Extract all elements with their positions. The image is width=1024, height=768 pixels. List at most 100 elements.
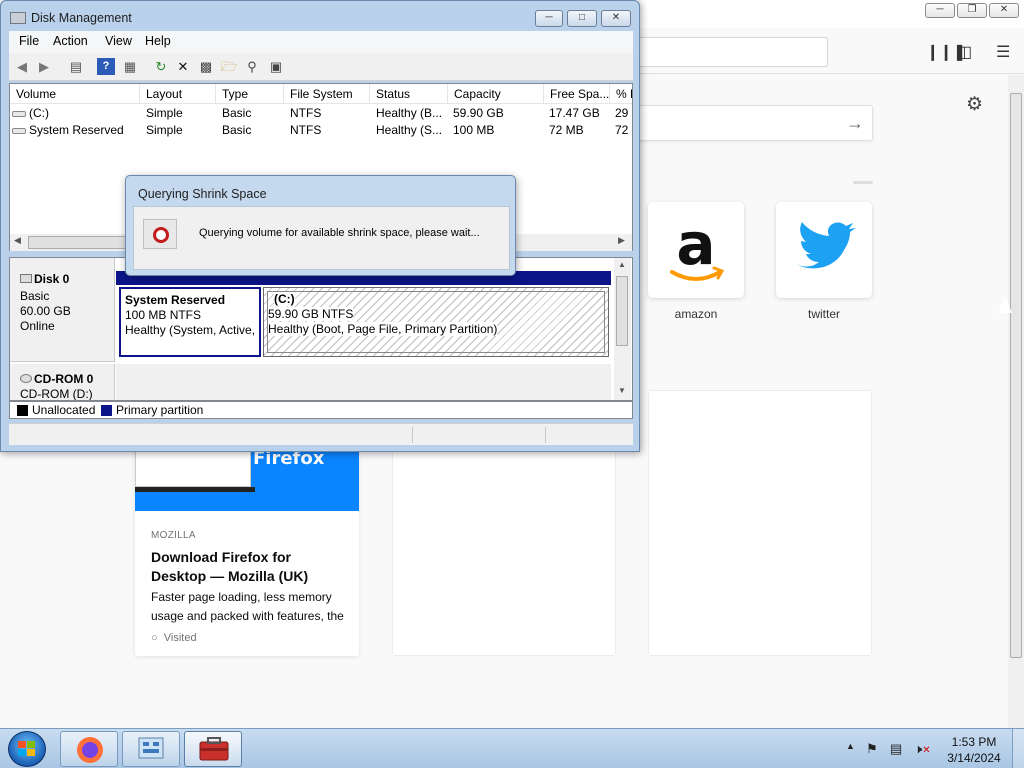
search-icon[interactable]: ⚲ <box>243 58 261 75</box>
col-capacity[interactable]: Capacity <box>448 84 544 104</box>
open-folder-icon[interactable]: 🗁 <box>220 58 238 75</box>
status-separator <box>545 427 546 443</box>
cell-fs: NTFS <box>290 106 322 120</box>
volume-list-header: Volume Layout Type File System Status Ca… <box>10 84 632 104</box>
cell-free: 72 MB <box>549 123 584 137</box>
taskbar-disk-management[interactable] <box>184 731 242 767</box>
scrollbar-thumb[interactable] <box>1010 93 1022 658</box>
menu-file[interactable]: File <box>19 34 39 48</box>
partition-c[interactable]: (C:) 59.90 GB NTFS Healthy (Boot, Page F… <box>263 287 609 357</box>
top-site-twitter[interactable] <box>776 202 872 298</box>
help-icon[interactable]: ? <box>97 58 115 75</box>
ff-restore-button[interactable]: ❐ <box>957 3 987 18</box>
scrollbar-thumb[interactable] <box>28 236 128 249</box>
cdrom-icon <box>20 374 32 383</box>
action-center-flag-icon[interactable]: ⚑ <box>866 741 878 757</box>
page-scrollbar[interactable] <box>1008 75 1024 728</box>
toolbox-icon <box>199 737 229 761</box>
menu-icon[interactable]: ☰ <box>996 42 1010 62</box>
legend: Unallocated Primary partition <box>9 401 633 419</box>
ff-close-button[interactable]: ✕ <box>989 3 1019 18</box>
cell-fs: NTFS <box>290 123 322 137</box>
col-free-space[interactable]: Free Spa... <box>544 84 610 104</box>
drive-icon <box>12 127 26 134</box>
card-status: ○ Visited <box>151 632 197 644</box>
volume-muted-icon[interactable]: 🕨✕ <box>914 741 931 757</box>
legend-swatch-primary <box>101 405 112 416</box>
cdrom-label[interactable]: CD-ROM 0 CD-ROM (D:) <box>10 364 115 401</box>
col-type[interactable]: Type <box>216 84 284 104</box>
console-tree-icon[interactable]: ▤ <box>67 58 85 75</box>
visited-icon: ○ <box>151 632 158 644</box>
ff-minimize-button[interactable]: ─ <box>925 3 955 18</box>
delete-icon[interactable]: ✕ <box>174 58 192 75</box>
vertical-scrollbar[interactable]: ▲ ▼ <box>614 258 631 400</box>
settings-icon[interactable]: ▣ <box>267 58 285 75</box>
sidebar-icon[interactable]: ◫ <box>957 42 972 62</box>
scroll-down-icon[interactable]: ▼ <box>618 386 626 395</box>
cell-volume: System Reserved <box>29 123 124 137</box>
menu-bar: File Action View Help <box>9 31 633 53</box>
twitter-logo-icon <box>796 222 856 269</box>
disk-icon <box>20 274 32 283</box>
top-site-amazon[interactable]: a <box>648 202 744 298</box>
disk-management-icon <box>10 12 26 24</box>
status-separator <box>412 427 413 443</box>
thumbnail-laptop-base <box>135 487 255 492</box>
clock-date[interactable]: 3/14/2024 <box>946 751 1002 765</box>
cell-volume: (C:) <box>29 106 49 120</box>
col-volume[interactable]: Volume <box>10 84 140 104</box>
cell-pct: 29 <box>615 106 629 120</box>
maximize-button[interactable]: □ <box>567 10 597 27</box>
col-layout[interactable]: Layout <box>140 84 216 104</box>
gear-icon[interactable]: ⚙ <box>966 93 983 116</box>
cdrom-name: CD-ROM 0 <box>34 372 94 386</box>
search-go-icon[interactable]: → <box>846 113 864 134</box>
show-hidden-icons-icon[interactable]: ▲ <box>846 741 855 751</box>
taskbar-firefox[interactable] <box>60 731 118 767</box>
disk-graphical-view: Disk 0 Basic 60.00 GB Online System Rese… <box>9 257 633 401</box>
col-status[interactable]: Status <box>370 84 448 104</box>
close-button[interactable]: ✕ <box>601 10 631 27</box>
disk0-label[interactable]: Disk 0 Basic 60.00 GB Online <box>10 258 115 362</box>
menu-view[interactable]: View <box>105 34 132 48</box>
partition-size: 59.90 GB NTFS <box>268 307 354 321</box>
scroll-up-icon[interactable]: ▲ <box>618 260 626 269</box>
back-icon[interactable]: ◀ <box>13 58 31 75</box>
drive-icon <box>12 110 26 117</box>
start-button[interactable] <box>8 731 46 767</box>
cdrom-drive: CD-ROM (D:) <box>20 387 93 401</box>
highlight-card[interactable]: Firefox MOZILLA Download Firefox for Des… <box>135 420 359 656</box>
scroll-left-icon[interactable]: ◀ <box>14 235 21 246</box>
url-bar[interactable] <box>630 37 828 67</box>
table-row[interactable]: (C:) Simple Basic NTFS Healthy (B... 59.… <box>10 105 632 122</box>
col-percent-free[interactable]: % F <box>610 84 632 104</box>
table-row[interactable]: System Reserved Simple Basic NTFS Health… <box>10 122 632 139</box>
menu-action[interactable]: Action <box>53 34 88 48</box>
forward-icon[interactable]: ▶ <box>35 58 53 75</box>
firefox-icon <box>77 737 103 763</box>
scrollbar-thumb[interactable] <box>616 276 628 346</box>
minimize-button[interactable]: ─ <box>535 10 563 27</box>
cell-pct: 72 <box>615 123 629 137</box>
network-icon[interactable]: ▤ <box>890 741 902 757</box>
menu-help[interactable]: Help <box>145 34 171 48</box>
taskbar-computer-management[interactable] <box>122 731 180 767</box>
scroll-right-icon[interactable]: ▶ <box>618 235 625 246</box>
disk0-state: Online <box>20 319 55 333</box>
properties-pane-icon[interactable]: ▦ <box>121 58 139 75</box>
partition-system-reserved[interactable]: System Reserved 100 MB NTFS Healthy (Sys… <box>119 287 261 357</box>
clock-time[interactable]: 1:53 PM <box>946 735 1002 749</box>
refresh-icon[interactable]: ↻ <box>152 58 170 75</box>
card-title[interactable]: Download Firefox for Desktop — Mozilla (… <box>151 548 346 586</box>
partition-size: 100 MB NTFS <box>125 308 202 322</box>
col-file-system[interactable]: File System <box>284 84 370 104</box>
newtab-search-box[interactable]: → <box>620 105 873 141</box>
show-desktop-button[interactable] <box>1012 729 1024 768</box>
top-site-label[interactable]: twitter <box>776 307 872 321</box>
cell-capacity: 100 MB <box>453 123 495 137</box>
toolbar: ◀ ▶ ▤ ? ▦ ↻ ✕ ▩ 🗁 ⚲ ▣ <box>9 53 633 81</box>
top-site-label[interactable]: amazon <box>648 307 744 321</box>
properties-icon[interactable]: ▩ <box>197 58 215 75</box>
disk0-size: 60.00 GB <box>20 304 71 318</box>
